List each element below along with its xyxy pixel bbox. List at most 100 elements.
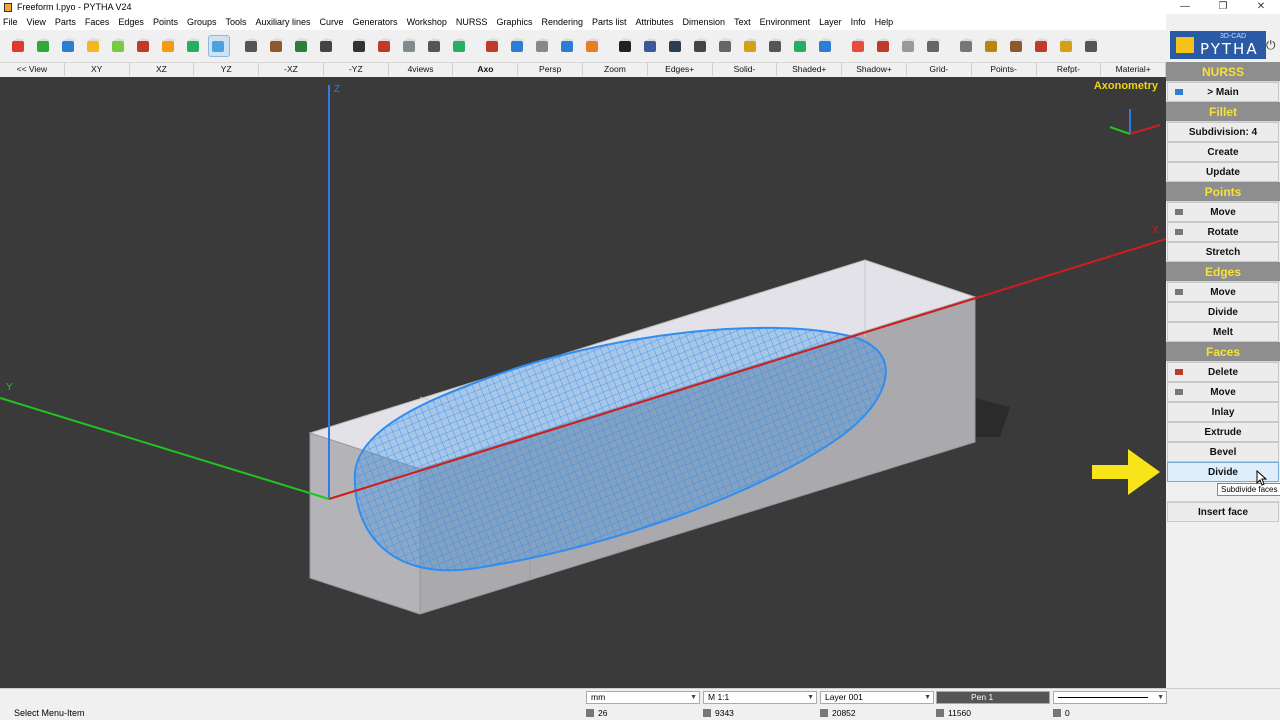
menu-dimension[interactable]: Dimension [683,17,726,27]
view-button-xy[interactable]: XY [65,63,130,76]
menu-button-rotate[interactable]: Rotate [1167,222,1279,242]
layers-icon[interactable] [765,35,787,57]
folder-icon[interactable] [33,35,55,57]
workshop-icon[interactable] [981,35,1003,57]
view-button-solid-[interactable]: Solid- [713,63,778,76]
view-button-persp[interactable]: Persp [518,63,584,76]
maximize-button[interactable]: ❐ [1204,0,1242,14]
hook-icon[interactable] [507,35,529,57]
scale-select[interactable]: M 1:1 ▼ [703,691,817,704]
freeform-icon[interactable] [208,35,230,57]
printer-icon[interactable] [424,35,446,57]
gear-icon[interactable] [158,35,180,57]
view-button-shaded+[interactable]: Shaded+ [777,63,843,76]
menu-help[interactable]: Help [875,17,894,27]
menu-button-main[interactable]: > Main [1167,82,1279,102]
view-button-xz[interactable]: XZ [130,63,195,76]
view-button--xz[interactable]: -XZ [259,63,324,76]
info-icon[interactable] [815,35,837,57]
menu-auxiliary-lines[interactable]: Auxiliary lines [255,17,310,27]
scene-canvas[interactable]: Z Y X [0,77,1166,688]
compass-icon[interactable] [316,35,338,57]
close-button[interactable]: ✕ [1242,0,1280,14]
menu-faces[interactable]: Faces [85,17,110,27]
view-button-refpt-[interactable]: Refpt- [1037,63,1102,76]
move-parts-icon[interactable] [898,35,920,57]
menu-attributes[interactable]: Attributes [636,17,674,27]
view-button-material+[interactable]: Material+ [1101,63,1167,76]
menu-button-subdivision-4[interactable]: Subdivision: 4 [1167,122,1279,142]
menu-text[interactable]: Text [734,17,751,27]
power-icon[interactable]: ⏻ [1266,38,1276,53]
menu-edges[interactable]: Edges [118,17,144,27]
delete-icon[interactable] [873,35,895,57]
document-icon[interactable] [640,35,662,57]
lifebuoy-icon[interactable] [848,35,870,57]
star-icon[interactable] [83,35,105,57]
tool-icon[interactable] [1056,35,1078,57]
hatch-icon[interactable] [740,35,762,57]
menu-file[interactable]: File [3,17,18,27]
group-icon[interactable] [923,35,945,57]
menu-button-insert-face[interactable]: Insert face [1167,502,1279,522]
menu-tools[interactable]: Tools [225,17,246,27]
view-button-points-[interactable]: Points- [972,63,1037,76]
menu-button-move[interactable]: Move [1167,202,1279,222]
view-button-yz[interactable]: YZ [194,63,260,76]
linetype-select[interactable]: ▼ [1053,691,1167,704]
tree-icon[interactable] [790,35,812,57]
menu-parts-list[interactable]: Parts list [592,17,627,27]
menu-button-extrude[interactable]: Extrude [1167,422,1279,442]
menu-nurss[interactable]: NURSS [456,17,488,27]
parts-cube-icon[interactable] [8,35,30,57]
menu-button-move[interactable]: Move [1167,282,1279,302]
unit-select[interactable]: mm ▼ [586,691,700,704]
list-icon[interactable] [665,35,687,57]
counter-icon[interactable] [690,35,712,57]
menu-button-divide[interactable]: Divide [1167,302,1279,322]
camera-icon[interactable] [349,35,371,57]
arrange-icon[interactable] [1081,35,1103,57]
saw-icon[interactable] [1006,35,1028,57]
view-button--yz[interactable]: -YZ [324,63,389,76]
drill-icon[interactable] [1031,35,1053,57]
minimize-button[interactable]: — [1166,0,1204,14]
view-button-view[interactable]: << View [0,63,65,76]
brush-icon[interactable] [183,35,205,57]
menu-button-melt[interactable]: Melt [1167,322,1279,342]
menu-generators[interactable]: Generators [353,17,398,27]
hammer3-icon[interactable] [291,35,313,57]
menu-view[interactable]: View [27,17,46,27]
view-button-shadow+[interactable]: Shadow+ [842,63,907,76]
menu-button-update[interactable]: Update [1167,162,1279,182]
view-button-zoom[interactable]: Zoom [583,63,648,76]
import-icon[interactable] [482,35,504,57]
menu-button-bevel[interactable]: Bevel [1167,442,1279,462]
menu-environment[interactable]: Environment [760,17,811,27]
menu-rendering[interactable]: Rendering [541,17,583,27]
attribute-icon[interactable] [615,35,637,57]
hammer-icon[interactable] [241,35,263,57]
menu-points[interactable]: Points [153,17,178,27]
layer-select[interactable]: Layer 001 ▼ [820,691,934,704]
curve-icon[interactable] [133,35,155,57]
pen-select[interactable]: Pen 1 [936,691,1050,704]
menu-button-stretch[interactable]: Stretch [1167,242,1279,262]
view-button-4views[interactable]: 4views [389,63,454,76]
menu-layer[interactable]: Layer [819,17,842,27]
menu-groups[interactable]: Groups [187,17,217,27]
menu-button-inlay[interactable]: Inlay [1167,402,1279,422]
redo-icon[interactable] [582,35,604,57]
menu-button-move[interactable]: Move [1167,382,1279,402]
menu-button-delete[interactable]: Delete [1167,362,1279,382]
menu-curve[interactable]: Curve [320,17,344,27]
export-icon[interactable] [449,35,471,57]
viewport-3d[interactable]: Z Y X Axonometry [0,77,1166,688]
ungroup-icon[interactable] [956,35,978,57]
view-button-grid-[interactable]: Grid- [907,63,972,76]
cup-icon[interactable] [532,35,554,57]
menu-graphics[interactable]: Graphics [496,17,532,27]
copy-icon[interactable] [715,35,737,57]
view-button-axo[interactable]: Axo [453,63,519,76]
bug-icon[interactable] [374,35,396,57]
